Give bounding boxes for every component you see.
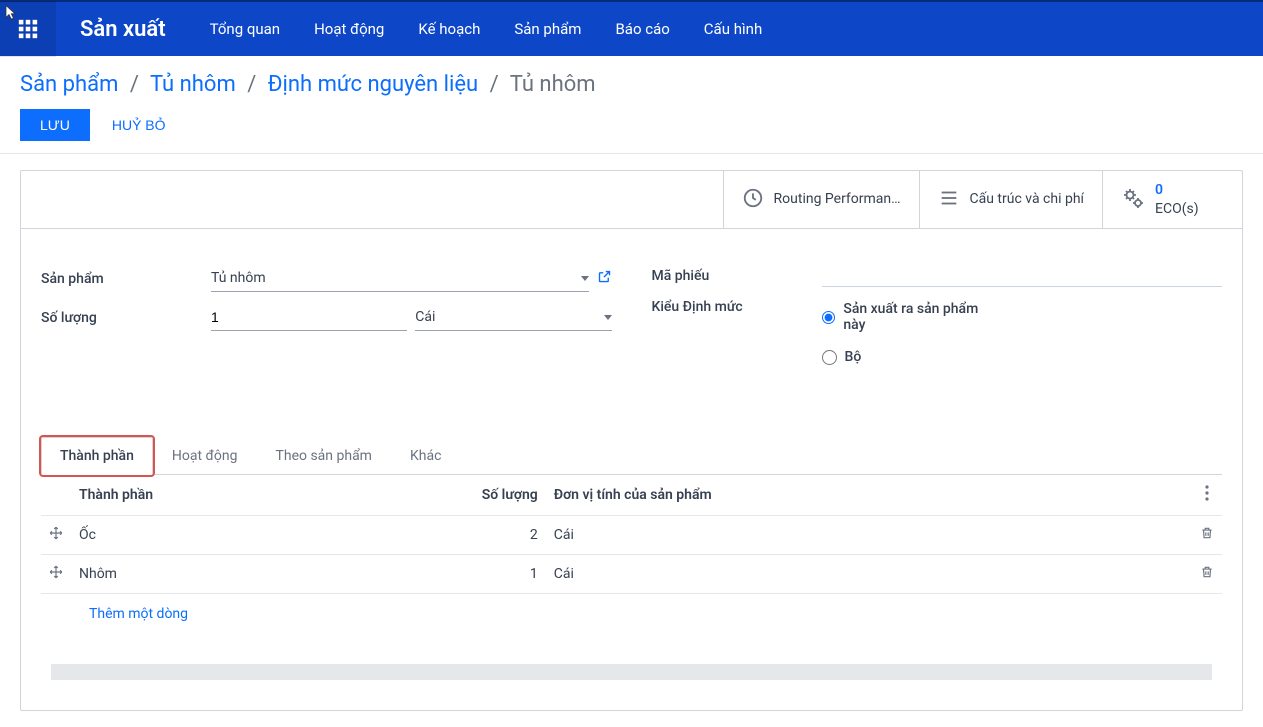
product-label: Sản phẩm	[41, 271, 211, 287]
nav-items: Tổng quan Hoạt động Kế hoạch Sản phẩm Bá…	[196, 12, 777, 46]
reference-field: Mã phiếu	[652, 265, 1223, 287]
nav-item-planning[interactable]: Kế hoạch	[404, 12, 494, 46]
th-menu[interactable]	[1192, 475, 1222, 516]
form-sheet: Routing Performan… Cấu trúc và chi phí 0…	[20, 170, 1243, 711]
action-buttons: LƯU HUỶ BỎ	[20, 109, 1243, 141]
cell-uom[interactable]: Cái	[546, 555, 1192, 594]
bom-type-label: Kiểu Định mức	[652, 299, 822, 315]
tab-other[interactable]: Khác	[391, 437, 460, 475]
add-line-link[interactable]: Thêm một dòng	[41, 594, 1222, 634]
app-title: Sản xuất	[56, 17, 196, 42]
breadcrumb-link-bom[interactable]: Định mức nguyên liệu	[268, 72, 478, 97]
th-uom[interactable]: Đơn vị tính của sản phẩm	[546, 475, 1192, 516]
breadcrumb-link-product[interactable]: Tủ nhôm	[150, 72, 236, 97]
list-icon	[938, 187, 960, 213]
save-button[interactable]: LƯU	[20, 109, 90, 141]
cell-uom[interactable]: Cái	[546, 516, 1192, 555]
tab-operations[interactable]: Hoạt động	[153, 437, 257, 475]
bom-type-radio-manufacture[interactable]: Sản xuất ra sản phẩm này	[822, 301, 992, 333]
kebab-icon	[1205, 485, 1209, 501]
nav-item-reporting[interactable]: Báo cáo	[601, 12, 683, 46]
bom-type-radio-kit[interactable]: Bộ	[822, 349, 992, 365]
cell-quantity[interactable]: 1	[406, 555, 546, 594]
tab-components[interactable]: Thành phần	[41, 437, 153, 475]
breadcrumb: Sản phẩm / Tủ nhôm / Định mức nguyên liệ…	[20, 72, 1243, 97]
routing-performance-button[interactable]: Routing Performan…	[723, 171, 919, 228]
trash-icon	[1200, 565, 1214, 579]
clock-icon	[742, 187, 764, 213]
external-link-icon[interactable]	[597, 269, 612, 288]
gears-icon	[1121, 186, 1145, 214]
quantity-label: Số lượng	[41, 310, 211, 326]
product-field: Sản phẩm Tủ nhôm	[41, 265, 612, 292]
cell-quantity[interactable]: 2	[406, 516, 546, 555]
cell-component[interactable]: Nhôm	[71, 555, 406, 594]
reference-input[interactable]	[822, 265, 1223, 287]
status-label: Cấu trúc và chi phí	[970, 190, 1084, 208]
cell-component[interactable]: Ốc	[71, 516, 406, 555]
breadcrumb-sep: /	[124, 72, 145, 97]
th-quantity[interactable]: Số lượng	[406, 475, 546, 516]
components-table: Thành phần Số lượng Đơn vị tính của sản …	[41, 475, 1222, 594]
move-icon	[49, 526, 63, 540]
grid-icon	[17, 18, 39, 40]
table-row[interactable]: Ốc2Cái	[41, 516, 1222, 555]
nav-item-configuration[interactable]: Cấu hình	[690, 12, 776, 46]
table-row[interactable]: Nhôm1Cái	[41, 555, 1222, 594]
breadcrumb-link-products[interactable]: Sản phẩm	[20, 72, 118, 97]
th-component[interactable]: Thành phần	[71, 475, 406, 516]
status-label: 0ECO(s)	[1155, 181, 1199, 217]
discard-button[interactable]: HUỶ BỎ	[100, 109, 178, 141]
breadcrumb-sep: /	[484, 72, 505, 97]
reference-label: Mã phiếu	[652, 268, 822, 284]
page-header: Sản phẩm / Tủ nhôm / Định mức nguyên liệ…	[0, 56, 1263, 154]
quantity-field: Số lượng Cái	[41, 304, 612, 331]
quantity-unit-select[interactable]: Cái	[415, 304, 611, 331]
bottom-strip	[51, 664, 1212, 680]
trash-icon	[1200, 526, 1214, 540]
nav-item-operations[interactable]: Hoạt động	[300, 12, 398, 46]
nav-item-products[interactable]: Sản phẩm	[500, 12, 595, 46]
nav-item-overview[interactable]: Tổng quan	[196, 12, 294, 46]
structure-cost-button[interactable]: Cấu trúc và chi phí	[919, 171, 1102, 228]
quantity-input[interactable]	[211, 304, 407, 331]
eco-button[interactable]: 0ECO(s)	[1102, 171, 1242, 228]
chevron-down-icon	[604, 315, 612, 320]
tabs: Thành phần Hoạt động Theo sản phẩm Khác	[41, 437, 1222, 475]
status-bar: Routing Performan… Cấu trúc và chi phí 0…	[21, 171, 1242, 229]
delete-row-button[interactable]	[1192, 516, 1222, 555]
delete-row-button[interactable]	[1192, 555, 1222, 594]
breadcrumb-current: Tủ nhôm	[510, 72, 596, 97]
chevron-down-icon	[581, 276, 589, 281]
status-label: Routing Performan…	[774, 190, 901, 208]
breadcrumb-sep: /	[241, 72, 262, 97]
drag-handle[interactable]	[41, 555, 71, 594]
tab-by-products[interactable]: Theo sản phẩm	[257, 437, 391, 475]
drag-handle[interactable]	[41, 516, 71, 555]
cursor-pointer-icon	[0, 2, 18, 28]
components-table-wrap: Thành phần Số lượng Đơn vị tính của sản …	[41, 475, 1222, 690]
bom-type-field: Kiểu Định mức Sản xuất ra sản phẩm này B…	[652, 299, 1223, 365]
move-icon	[49, 565, 63, 579]
product-select[interactable]: Tủ nhôm	[211, 265, 589, 292]
top-navbar: Sản xuất Tổng quan Hoạt động Kế hoạch Sả…	[0, 0, 1263, 56]
